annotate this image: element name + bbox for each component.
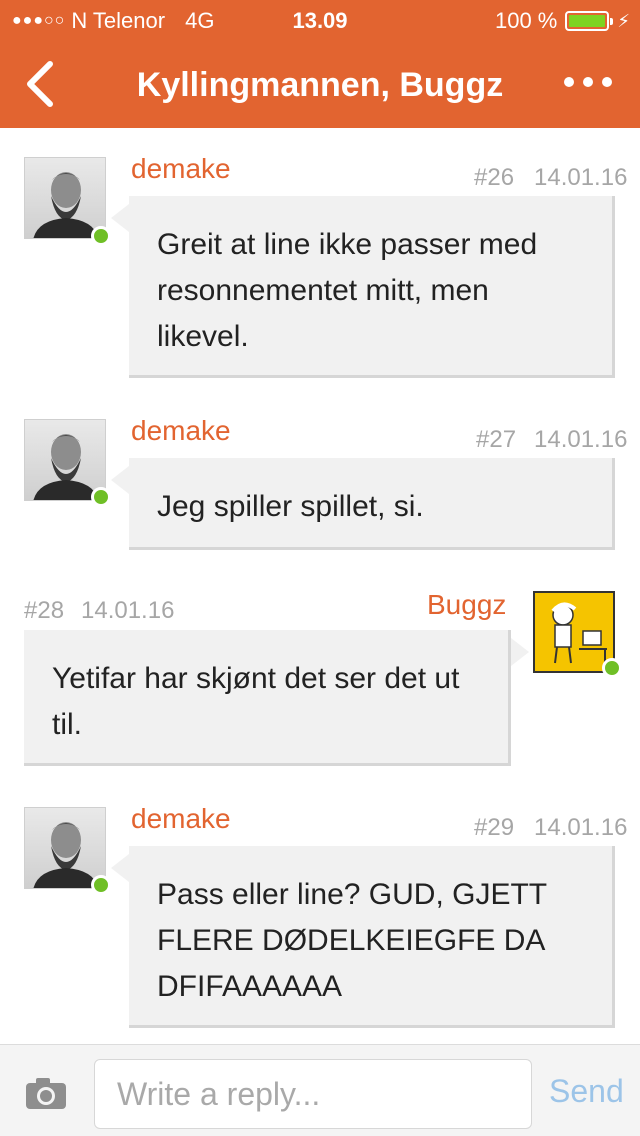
author-name[interactable]: demake bbox=[131, 153, 231, 185]
message-bubble: Yetifar har skjønt det ser det ut til. bbox=[24, 630, 529, 766]
message-date: 14.01.16 bbox=[534, 164, 628, 191]
message-date: 14.01.16 bbox=[534, 814, 628, 841]
page-title: Kyllingmannen, Buggz bbox=[136, 66, 504, 104]
message-bubble: Greit at line ikke passer med resonnemen… bbox=[111, 196, 615, 378]
camera-icon bbox=[26, 1078, 66, 1109]
author-name[interactable]: demake bbox=[131, 803, 231, 835]
charging-icon: ⚡ bbox=[617, 10, 630, 31]
avatar[interactable] bbox=[533, 591, 615, 673]
message-bubble: Jeg spiller spillet, si. bbox=[111, 458, 615, 550]
camera-button[interactable] bbox=[24, 1075, 68, 1111]
nav-bar: Kyllingmannen, Buggz bbox=[0, 40, 640, 128]
message-number: #26 bbox=[474, 164, 515, 191]
message-number: #28 bbox=[24, 597, 65, 624]
reply-input[interactable] bbox=[94, 1059, 532, 1129]
author-name[interactable]: demake bbox=[131, 415, 231, 447]
battery-icon bbox=[565, 11, 614, 31]
reply-composer: Send bbox=[0, 1044, 640, 1136]
battery-percent: 100 % bbox=[494, 8, 558, 33]
more-options-button[interactable] bbox=[558, 60, 618, 104]
send-button[interactable]: Send bbox=[549, 1073, 624, 1110]
online-indicator bbox=[91, 487, 111, 507]
message-date: 14.01.16 bbox=[534, 426, 628, 453]
top-bar: ●●●○○ N Telenor 4G 13.09 100 % ⚡ Kylling… bbox=[0, 0, 640, 128]
status-bar: ●●●○○ N Telenor 4G 13.09 100 % ⚡ bbox=[0, 0, 640, 40]
message-number: #27 bbox=[476, 426, 517, 453]
portrait-image bbox=[33, 172, 99, 238]
message-number: #29 bbox=[474, 814, 515, 841]
online-indicator bbox=[91, 226, 111, 246]
message-bubble: Pass eller line? GUD, GJETT FLERE DØDELK… bbox=[111, 846, 615, 1028]
online-indicator bbox=[602, 658, 622, 678]
avatar[interactable] bbox=[24, 157, 106, 239]
ellipsis-icon bbox=[564, 77, 574, 87]
online-indicator bbox=[91, 875, 111, 895]
message-date: 14.01.16 bbox=[81, 597, 175, 624]
cartoon-avatar-image bbox=[551, 602, 607, 667]
author-name[interactable]: Buggz bbox=[427, 589, 506, 621]
